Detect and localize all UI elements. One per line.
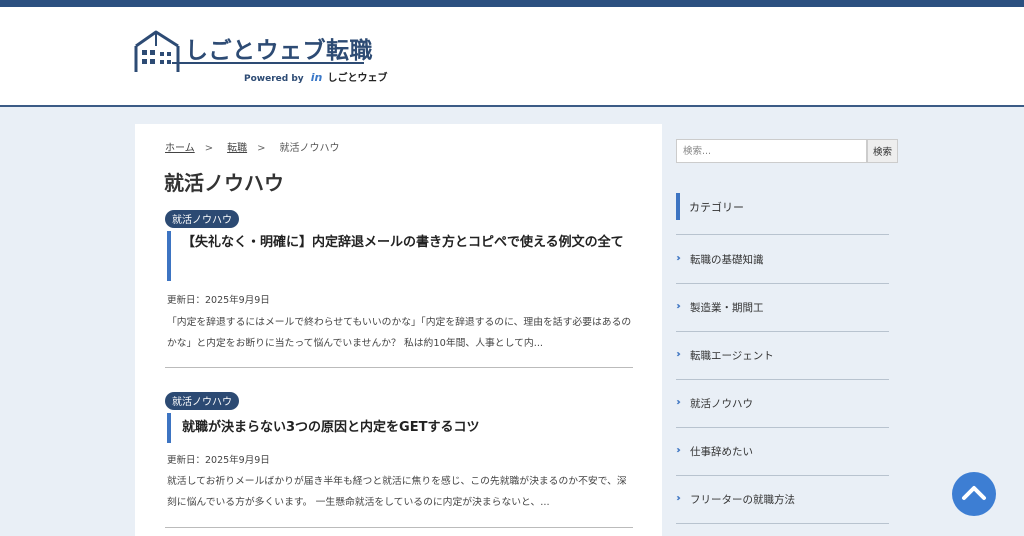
category-item[interactable]: ›› 転職の基礎知識 <box>676 236 889 284</box>
search-input[interactable] <box>676 139 867 163</box>
search-button[interactable]: 検索 <box>867 139 898 163</box>
breadcrumb: ホーム > 転職 > 就活ノウハウ <box>165 139 339 154</box>
double-chevron-right-icon: ›› <box>676 397 681 408</box>
site-header: しごとウェブ転職 Powered by in しごとウェブ <box>0 7 1024 107</box>
powered-by-label: Powered by <box>244 74 304 84</box>
top-accent-bar <box>0 0 1024 7</box>
brand-mark-icon: in <box>310 71 323 84</box>
category-item[interactable]: ›› 転職エージェント <box>676 332 889 380</box>
brand-name: しごとウェブ <box>327 73 388 84</box>
building-icon <box>134 30 180 72</box>
powered-by: Powered by in しごとウェブ <box>244 69 388 84</box>
category-list: ›› 転職の基礎知識 ›› 製造業・期間工 ›› 転職エージェント ›› 就活ノウハウ … <box>676 236 889 524</box>
category-item-label: 転職の基礎知識 <box>690 254 764 266</box>
category-item[interactable]: ›› 製造業・期間工 <box>676 284 889 332</box>
category-item-label: 転職エージェント <box>690 350 774 362</box>
category-badge[interactable]: 就活ノウハウ <box>165 210 239 228</box>
sidebar-search: 検索 <box>676 139 898 163</box>
post-card: 就活ノウハウ 【失礼なく・明確に】内定辞退メールの書き方とコピペで使える例文の全… <box>165 208 633 368</box>
post-date: 更新日：2025年9月9日 <box>167 455 270 466</box>
logo-text: しごとウェブ転職 <box>185 38 373 64</box>
breadcrumb-home[interactable]: ホーム <box>165 143 195 154</box>
category-item[interactable]: ›› 仕事辞めたい <box>676 428 889 476</box>
post-title[interactable]: 【失礼なく・明確に】内定辞退メールの書き方とコピペで使える例文の全て <box>167 231 633 281</box>
breadcrumb-current: 就活ノウハウ <box>279 143 340 154</box>
chevron-up-icon <box>962 486 986 500</box>
category-heading: カテゴリー <box>676 192 889 235</box>
scroll-to-top-button[interactable] <box>952 472 996 516</box>
breadcrumb-separator: > <box>257 143 266 154</box>
post-title[interactable]: 就職が決まらない3つの原因と内定をGETするコツ <box>167 413 633 443</box>
post-excerpt: 就活してお祈りメールばかりが届き半年も経つと就活に焦りを感じ、この先就職が決まる… <box>167 476 627 508</box>
category-item-label: 仕事辞めたい <box>690 446 753 458</box>
category-item[interactable]: ›› フリーターの就職方法 <box>676 476 889 524</box>
page-title: 就活ノウハウ <box>164 171 284 195</box>
post-excerpt: 「内定を辞退するにはメールで終わらせてもいいのかな」「内定を辞退するのに、理由を… <box>167 317 632 349</box>
breadcrumb-career[interactable]: 転職 <box>227 143 247 154</box>
breadcrumb-separator: > <box>204 143 214 154</box>
heading-accent-bar <box>676 193 680 220</box>
post-date: 更新日：2025年9月9日 <box>167 295 270 306</box>
double-chevron-right-icon: ›› <box>676 445 681 456</box>
double-chevron-right-icon: ›› <box>676 349 681 360</box>
category-item-label: 就活ノウハウ <box>690 398 753 410</box>
logo-underline <box>172 62 364 64</box>
category-item-label: 製造業・期間工 <box>690 302 764 314</box>
double-chevron-right-icon: ›› <box>676 301 681 312</box>
double-chevron-right-icon: ›› <box>676 253 681 264</box>
category-item-label: フリーターの就職方法 <box>690 494 795 506</box>
site-logo[interactable]: しごとウェブ転職 Powered by in しごとウェブ <box>134 28 388 84</box>
double-chevron-right-icon: ›› <box>676 493 681 504</box>
category-badge[interactable]: 就活ノウハウ <box>165 392 239 410</box>
category-heading-label: カテゴリー <box>689 201 744 214</box>
category-item[interactable]: ›› 就活ノウハウ <box>676 380 889 428</box>
main-content: ホーム > 転職 > 就活ノウハウ 就活ノウハウ 就活ノウハウ 【失礼なく・明確に】内定… <box>135 124 662 536</box>
post-card: 就活ノウハウ 就職が決まらない3つの原因と内定をGETするコツ 更新日：2025… <box>165 390 633 528</box>
